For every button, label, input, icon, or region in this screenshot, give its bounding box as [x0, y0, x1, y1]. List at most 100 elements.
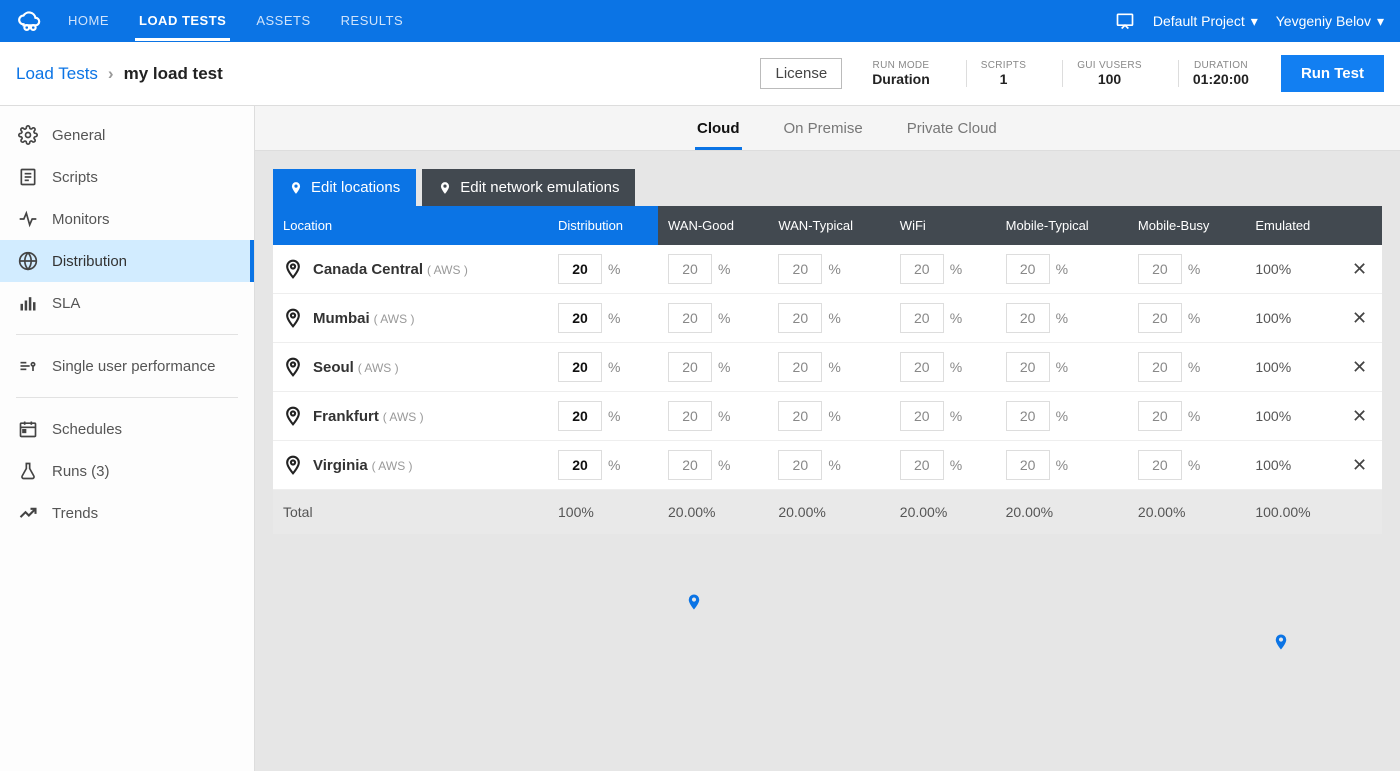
percent-input[interactable]	[558, 303, 602, 333]
cell: %	[658, 441, 768, 490]
tab-on-premise[interactable]: On Premise	[782, 106, 865, 150]
location-provider: ( AWS )	[374, 312, 415, 326]
pin-icon	[283, 306, 303, 330]
cell: %	[1128, 294, 1245, 343]
percent-input[interactable]	[558, 401, 602, 431]
breadcrumb-parent[interactable]: Load Tests	[16, 64, 98, 84]
nav-results[interactable]: RESULTS	[337, 1, 408, 41]
percent-label: %	[950, 261, 962, 277]
user-dropdown[interactable]: Yevgeniy Belov▾	[1276, 13, 1384, 30]
sidebar-item-general[interactable]: General	[0, 114, 254, 156]
cell: %	[768, 441, 889, 490]
percent-input[interactable]	[778, 401, 822, 431]
emulated-cell: 100%	[1245, 343, 1342, 392]
percent-input[interactable]	[1006, 303, 1050, 333]
pin-icon	[283, 404, 303, 428]
pin-icon	[289, 181, 303, 195]
col-wan-typical: WAN-Typical	[768, 206, 889, 245]
cell: %	[768, 294, 889, 343]
pulse-icon	[18, 209, 38, 229]
percent-input[interactable]	[1138, 303, 1182, 333]
cell: %	[658, 245, 768, 294]
project-dropdown[interactable]: Default Project▾	[1153, 13, 1258, 30]
delete-row-button[interactable]: ✕	[1352, 455, 1367, 475]
tab-private-cloud[interactable]: Private Cloud	[905, 106, 999, 150]
percent-label: %	[1056, 457, 1068, 473]
percent-input[interactable]	[1138, 450, 1182, 480]
globe-icon	[18, 251, 38, 271]
sidebar-item-scripts[interactable]: Scripts	[0, 156, 254, 198]
feedback-icon[interactable]	[1115, 11, 1135, 31]
percent-input[interactable]	[900, 401, 944, 431]
percent-input[interactable]	[1006, 450, 1050, 480]
cell: %	[890, 294, 996, 343]
sidebar-item-monitors[interactable]: Monitors	[0, 198, 254, 240]
sidebar-item-runs-3-[interactable]: Runs (3)	[0, 450, 254, 492]
percent-input[interactable]	[778, 450, 822, 480]
sidebar-item-schedules[interactable]: Schedules	[0, 408, 254, 450]
metric-duration: DURATION01:20:00	[1178, 60, 1263, 87]
percent-label: %	[1188, 457, 1200, 473]
metric-gui-vusers: GUI VUSERS100	[1062, 60, 1156, 87]
percent-input[interactable]	[900, 352, 944, 382]
delete-row-button[interactable]: ✕	[1352, 406, 1367, 426]
cell: %	[548, 245, 658, 294]
metric-run-mode: RUN MODEDuration	[858, 60, 944, 87]
percent-input[interactable]	[668, 352, 712, 382]
percent-input[interactable]	[778, 352, 822, 382]
sidebar-item-distribution[interactable]: Distribution	[0, 240, 254, 282]
percent-label: %	[950, 359, 962, 375]
tab-cloud[interactable]: Cloud	[695, 106, 742, 150]
percent-input[interactable]	[1138, 401, 1182, 431]
col-mobile-busy: Mobile-Busy	[1128, 206, 1245, 245]
percent-input[interactable]	[1006, 254, 1050, 284]
delete-row-button[interactable]: ✕	[1352, 259, 1367, 279]
sidebar-item-sla[interactable]: SLA	[0, 282, 254, 324]
delete-row-button[interactable]: ✕	[1352, 357, 1367, 377]
percent-input[interactable]	[668, 450, 712, 480]
edit-locations-button[interactable]: Edit locations	[273, 169, 416, 206]
col-actions	[1342, 206, 1382, 245]
percent-input[interactable]	[778, 254, 822, 284]
nav-assets[interactable]: ASSETS	[252, 1, 314, 41]
sidebar-item-trends[interactable]: Trends	[0, 492, 254, 534]
breadcrumb-current: my load test	[124, 64, 223, 84]
percent-input[interactable]	[900, 450, 944, 480]
sidebar-item-label: Runs (3)	[52, 463, 110, 480]
percent-input[interactable]	[558, 450, 602, 480]
percent-input[interactable]	[558, 254, 602, 284]
run-test-button[interactable]: Run Test	[1281, 55, 1384, 92]
cell: %	[548, 343, 658, 392]
percent-input[interactable]	[668, 401, 712, 431]
license-button[interactable]: License	[760, 58, 842, 89]
percent-input[interactable]	[668, 303, 712, 333]
trend-icon	[18, 503, 38, 523]
location-cell: Seoul ( AWS )	[283, 355, 538, 379]
sidebar-separator	[16, 397, 238, 398]
percent-input[interactable]	[900, 303, 944, 333]
cell: %	[890, 392, 996, 441]
percent-input[interactable]	[1138, 352, 1182, 382]
percent-label: %	[1056, 261, 1068, 277]
cell: %	[768, 392, 889, 441]
percent-input[interactable]	[1006, 352, 1050, 382]
percent-input[interactable]	[778, 303, 822, 333]
edit-emulations-button[interactable]: Edit network emulations	[422, 169, 635, 206]
pin-icon	[438, 181, 452, 195]
nav-home[interactable]: HOME	[64, 1, 113, 41]
emulated-cell: 100%	[1245, 245, 1342, 294]
percent-label: %	[828, 359, 840, 375]
col-emulated: Emulated	[1245, 206, 1342, 245]
percent-label: %	[950, 457, 962, 473]
percent-input[interactable]	[1138, 254, 1182, 284]
delete-row-button[interactable]: ✕	[1352, 308, 1367, 328]
percent-input[interactable]	[1006, 401, 1050, 431]
percent-label: %	[608, 310, 620, 326]
sidebar-item-single-user-performance[interactable]: Single user performance	[0, 345, 254, 387]
percent-input[interactable]	[558, 352, 602, 382]
col-wan-good: WAN-Good	[658, 206, 768, 245]
nav-load-tests[interactable]: LOAD TESTS	[135, 1, 230, 41]
percent-label: %	[608, 408, 620, 424]
percent-input[interactable]	[900, 254, 944, 284]
percent-input[interactable]	[668, 254, 712, 284]
